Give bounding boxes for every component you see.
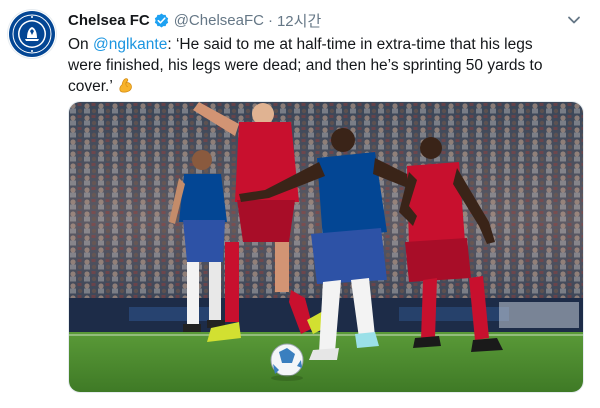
tweet-timestamp[interactable]: 12시간	[277, 10, 321, 31]
tweet-text: On @nglkante: ‘He said to me at half-tim…	[68, 34, 568, 97]
tweet-header: Chelsea FC @ChelseaFC · 12시간	[68, 10, 321, 30]
tweet-photo[interactable]	[68, 101, 584, 393]
separator-dot: ·	[267, 11, 273, 29]
tweet-card[interactable]: Chelsea FC @ChelseaFC · 12시간 On @nglkant…	[0, 0, 600, 408]
account-handle[interactable]: @ChelseaFC	[174, 12, 264, 29]
chevron-down-icon[interactable]	[566, 12, 582, 28]
chelsea-crest-icon	[9, 11, 55, 57]
tweet-text-prefix: On	[68, 36, 93, 53]
profile-avatar[interactable]	[8, 10, 56, 58]
match-photo	[69, 102, 583, 392]
flexed-biceps-icon	[119, 78, 132, 93]
account-name[interactable]: Chelsea FC	[68, 12, 150, 29]
mention-link[interactable]: @nglkante	[93, 36, 167, 53]
verified-badge-icon	[154, 13, 168, 27]
